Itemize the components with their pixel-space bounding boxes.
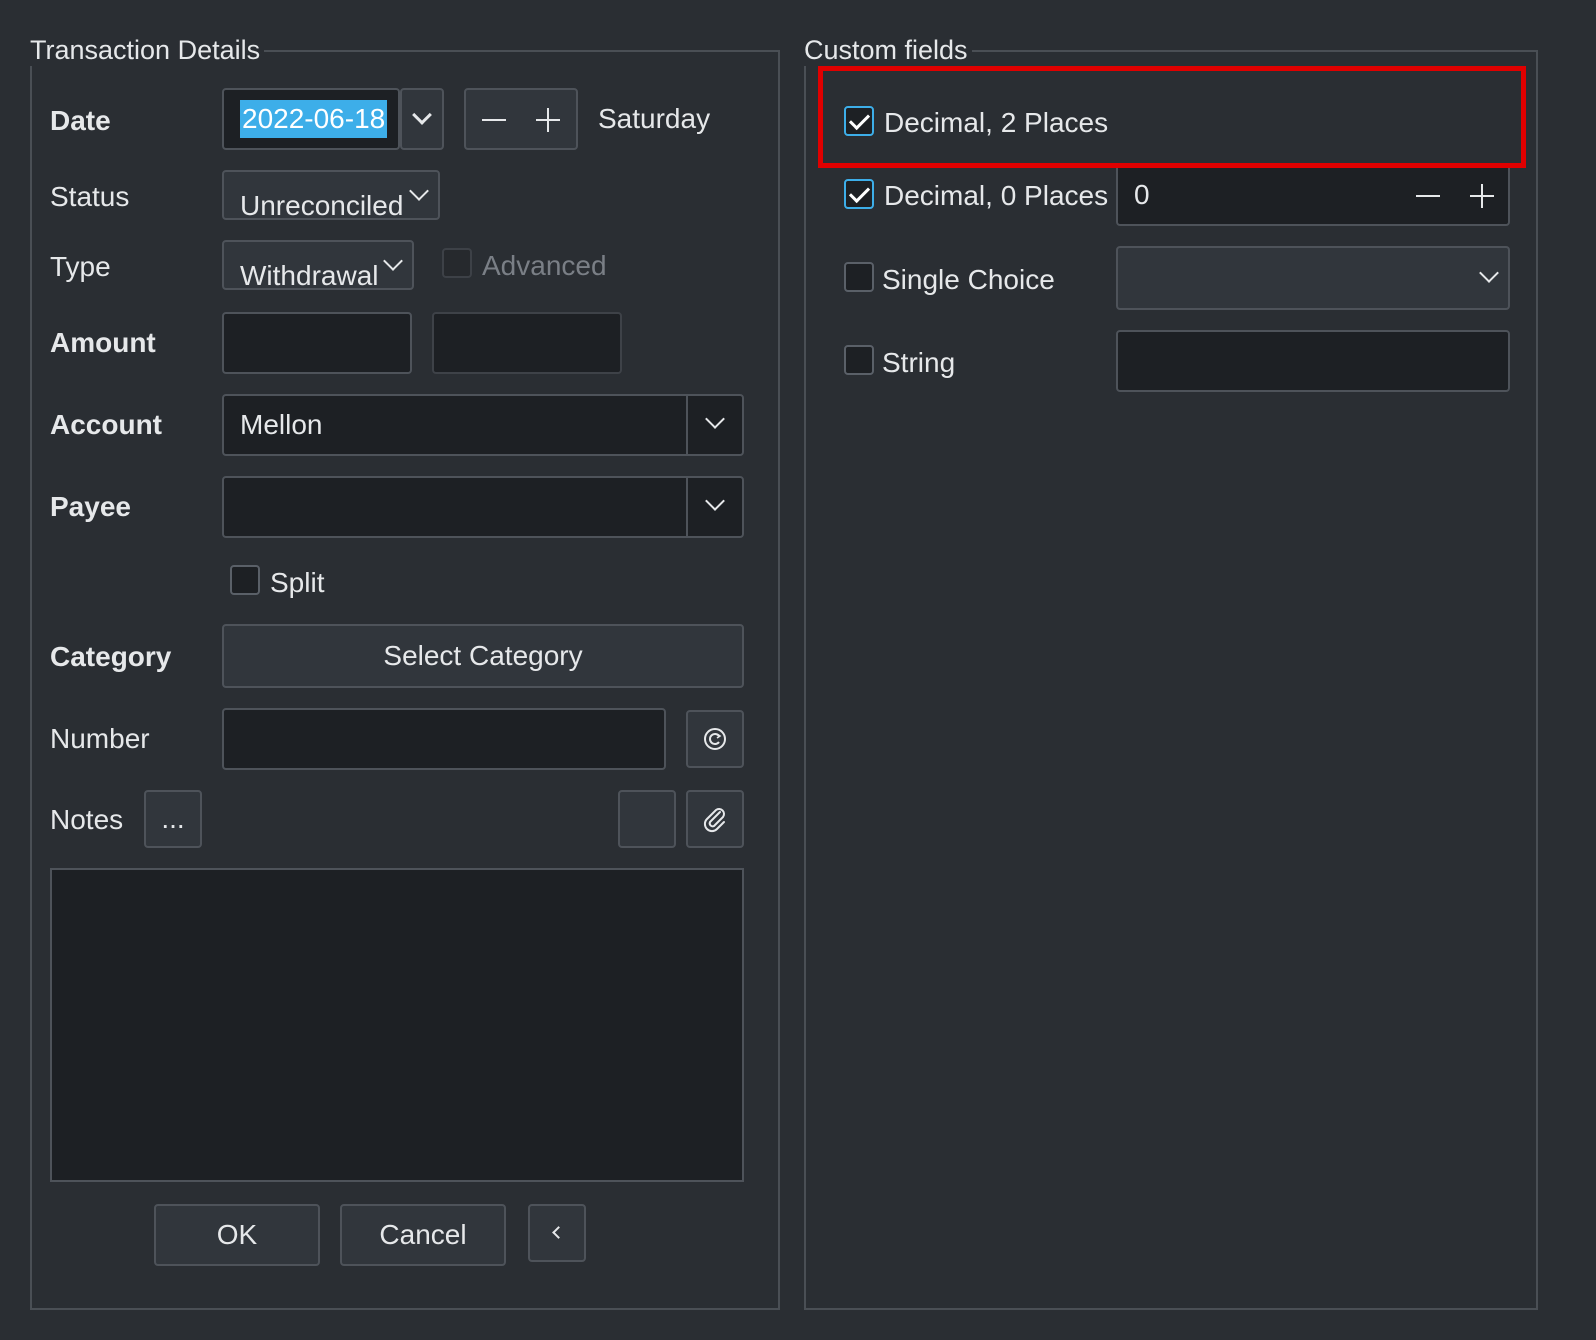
account-label: Account xyxy=(50,409,162,440)
account-value: Mellon xyxy=(240,409,323,440)
string-label: String xyxy=(882,347,956,378)
account-combo[interactable]: Mellon xyxy=(222,394,744,456)
date-input[interactable]: 2022-06-18 xyxy=(222,88,400,150)
date-stepper[interactable] xyxy=(464,88,578,150)
split-checkbox[interactable] xyxy=(230,565,260,595)
decimal-0-places-spinbox[interactable]: 0 xyxy=(1116,164,1510,226)
select-category-button[interactable]: Select Category xyxy=(222,624,744,688)
date-value: 2022-06-18 xyxy=(240,100,388,138)
status-combo[interactable]: Unreconciled xyxy=(222,170,440,220)
next-number-button[interactable] xyxy=(686,710,744,768)
highlight-box xyxy=(818,66,1526,168)
date-label: Date xyxy=(50,105,111,136)
collapse-panel-button[interactable] xyxy=(528,1204,586,1262)
date-picker-button[interactable] xyxy=(400,88,444,150)
advanced-label: Advanced xyxy=(482,250,607,281)
amount-label: Amount xyxy=(50,327,156,358)
advanced-checkbox[interactable] xyxy=(442,248,472,278)
single-choice-label: Single Choice xyxy=(882,264,1055,295)
attach-button[interactable] xyxy=(686,790,744,848)
number-input[interactable] xyxy=(222,708,666,770)
chevron-down-icon xyxy=(412,105,432,125)
status-label: Status xyxy=(50,181,130,212)
refresh-icon xyxy=(704,728,726,750)
chevron-down-icon xyxy=(1479,263,1499,283)
ok-button[interactable]: OK xyxy=(154,1204,320,1266)
chevron-down-icon xyxy=(383,251,403,271)
chevron-left-icon xyxy=(552,1226,565,1239)
string-input[interactable] xyxy=(1116,330,1510,392)
notes-more-button[interactable]: ... xyxy=(144,790,202,848)
cancel-button[interactable]: Cancel xyxy=(340,1204,506,1266)
combo-divider xyxy=(686,396,688,454)
minus-icon[interactable] xyxy=(1416,184,1440,208)
type-label: Type xyxy=(50,251,111,282)
single-choice-checkbox[interactable] xyxy=(844,262,874,292)
chevron-down-icon xyxy=(409,181,429,201)
number-label: Number xyxy=(50,723,150,754)
amount-input-payment[interactable] xyxy=(222,312,412,374)
amount-input-deposit[interactable] xyxy=(432,312,622,374)
decimal-0-places-value: 0 xyxy=(1134,179,1150,210)
combo-divider xyxy=(686,478,688,536)
decimal-0-places-checkbox[interactable] xyxy=(844,179,874,209)
attachment-count-button[interactable] xyxy=(618,790,676,848)
status-value: Unreconciled xyxy=(240,190,404,220)
string-checkbox[interactable] xyxy=(844,345,874,375)
single-choice-combo[interactable] xyxy=(1116,246,1510,310)
notes-textarea[interactable] xyxy=(50,868,744,1182)
type-value: Withdrawal xyxy=(240,260,379,290)
minus-icon[interactable] xyxy=(482,108,506,132)
category-label: Category xyxy=(50,641,172,672)
plus-icon[interactable] xyxy=(1470,184,1494,208)
decimal-0-places-label: Decimal, 0 Places xyxy=(884,180,1109,211)
payee-combo[interactable] xyxy=(222,476,744,538)
custom-fields-group xyxy=(804,50,1538,1310)
notes-label: Notes xyxy=(50,804,124,835)
weekday-label: Saturday xyxy=(598,103,711,134)
split-label: Split xyxy=(270,567,325,598)
paperclip-icon xyxy=(703,808,725,833)
transaction-details-legend: Transaction Details xyxy=(30,34,265,66)
custom-fields-legend: Custom fields xyxy=(804,34,972,66)
type-combo[interactable]: Withdrawal xyxy=(222,240,414,290)
payee-label: Payee xyxy=(50,491,131,522)
chevron-down-icon[interactable] xyxy=(705,409,725,429)
chevron-down-icon[interactable] xyxy=(705,491,725,511)
plus-icon[interactable] xyxy=(536,108,560,132)
